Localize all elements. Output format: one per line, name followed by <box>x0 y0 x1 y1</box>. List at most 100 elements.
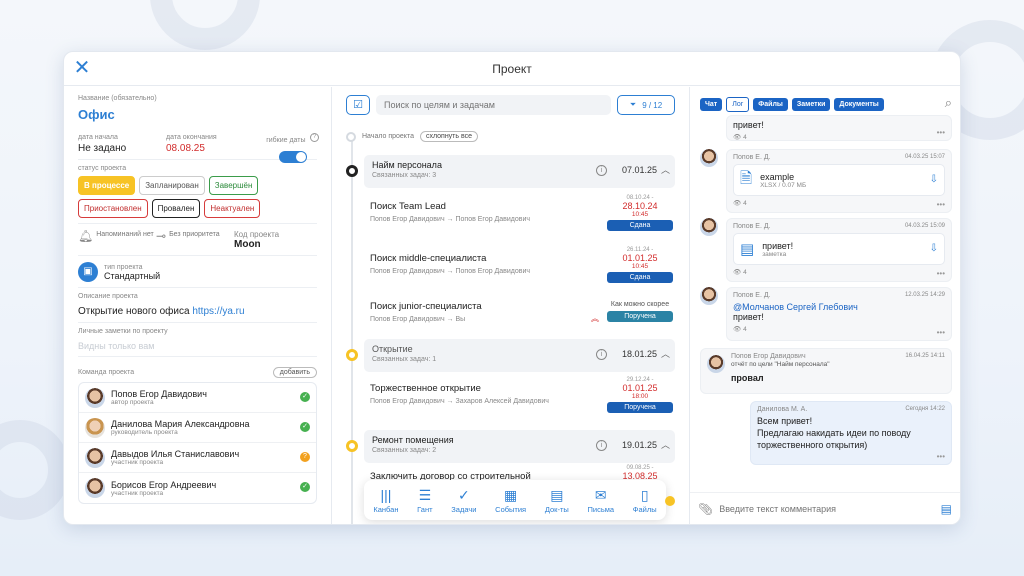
project-name[interactable]: Офис <box>78 107 317 122</box>
download-icon[interactable]: ⇩ <box>930 243 938 254</box>
info-icon[interactable]: i <box>596 165 607 176</box>
member-name: Давыдов Илья Станиславович <box>111 449 240 459</box>
filter-button[interactable]: ⏷ 9 / 12 <box>617 95 675 115</box>
task-item[interactable]: Поиск middle-специалиста Попов Егор Дави… <box>364 247 675 295</box>
status-failed[interactable]: Провален <box>151 199 201 218</box>
member-name: Попов Егор Давидович <box>111 389 207 399</box>
nav-documents[interactable]: ▤ Док-ты <box>545 487 569 514</box>
status-options: В процессе Запланирован Завершён Приоста… <box>78 176 278 218</box>
message-text: Всем привет! Предлагаю накидать идеи по … <box>757 416 911 450</box>
team-list: Попов Егор Давидович автор проекта ✓ Дани… <box>78 382 317 504</box>
close-icon[interactable]: ✕ <box>73 58 91 78</box>
collapse-all-button[interactable]: схлопнуть все <box>419 131 479 142</box>
goal-card[interactable]: Ремонт помещения Связанных задач: 2 i 19… <box>364 430 675 463</box>
goal-card[interactable]: Открытие Связанных задач: 1 i 18.01.25 ︿ <box>364 339 675 372</box>
tab-notes[interactable]: Заметки <box>791 98 831 111</box>
view-count: 👁︎ 4 <box>733 200 747 207</box>
team-member[interactable]: Попов Егор Давидович автор проекта ✓ <box>79 383 316 413</box>
pending-icon: ? <box>300 452 310 462</box>
info-icon[interactable]: i <box>596 349 607 360</box>
project-type[interactable]: ▣ тип проекта Стандартный <box>78 262 317 282</box>
tab-documents[interactable]: Документы <box>834 98 884 111</box>
team-member[interactable]: Данилова Мария Александровна руководитель… <box>79 413 316 443</box>
nav-files[interactable]: ▯ Файлы <box>633 487 657 514</box>
notes-input[interactable]: Видны только вам <box>78 341 317 351</box>
message-bubble: Данилова М. А. Сегодня 14:22 Всем привет… <box>750 401 952 465</box>
chevron-up-icon[interactable]: ︿ <box>661 347 670 360</box>
nav-gantt[interactable]: ☰ Гант <box>417 487 432 514</box>
status-irrelevant[interactable]: Неактуален <box>204 199 261 218</box>
nav-label: Письма <box>587 504 615 514</box>
description-link[interactable]: https://ya.ru <box>192 306 244 317</box>
avatar <box>700 218 718 236</box>
task-assignees: Попов Егор Давидович → Захаров Алексей Д… <box>370 398 549 405</box>
start-date-label: дата начала <box>78 134 118 141</box>
end-date-field[interactable]: дата окончания 08.08.25 <box>166 134 254 154</box>
more-icon[interactable]: ••• <box>937 269 945 278</box>
nav-mail[interactable]: ✉ Письма <box>587 487 614 514</box>
avatar <box>85 478 105 498</box>
nav-label: Канбан <box>373 504 399 514</box>
document-icon[interactable]: ▤ <box>941 502 952 516</box>
status-badge: Поручена <box>607 311 673 322</box>
task-item[interactable]: Поиск Team Lead Попов Егор Давидович → П… <box>364 195 675 243</box>
info-icon[interactable]: i <box>596 440 607 451</box>
project-code[interactable]: Код проекта Moon <box>234 230 279 250</box>
chevron-up-icon[interactable]: ︿ <box>661 438 670 451</box>
search-icon[interactable]: ⌕ <box>945 95 952 111</box>
goal-card[interactable]: Найм персонала Связанных задач: 3 i 07.0… <box>364 155 675 188</box>
task-time: 18:00 <box>631 393 649 400</box>
description-text: Открытие нового офиса <box>78 306 190 317</box>
message-bubble: привет! 👁︎ 4 ••• <box>726 115 952 141</box>
priority-setting[interactable]: ⊸ Без приоритета <box>156 230 234 242</box>
check-circle-icon: ✓ <box>457 486 470 503</box>
search-input[interactable] <box>376 95 611 115</box>
checkbox-icon[interactable]: ☑ <box>346 95 370 115</box>
more-icon[interactable]: ••• <box>937 452 945 461</box>
add-member-button[interactable]: добавить <box>272 367 317 378</box>
flex-dates-toggle[interactable] <box>278 151 307 163</box>
status-completed[interactable]: Завершён <box>208 176 259 195</box>
task-time: 10:45 <box>631 211 649 218</box>
mention-link[interactable]: @Молчанов Сергей Глебович <box>733 302 945 312</box>
code-value: Moon <box>234 239 261 250</box>
member-role: участник проекта <box>111 459 164 466</box>
nav-kanban[interactable]: ||| Канбан <box>373 487 398 514</box>
more-icon[interactable]: ••• <box>937 200 945 209</box>
start-date-field[interactable]: дата начала Не задано <box>78 134 166 154</box>
task-item[interactable]: Торжественное открытие Попов Егор Давидо… <box>364 377 675 427</box>
note-attachment[interactable]: ▤ привет! заметка ⇩ <box>733 233 945 265</box>
timeline-dot <box>346 165 358 177</box>
file-name: example <box>760 171 795 182</box>
status-planned[interactable]: Запланирован <box>139 176 205 195</box>
file-attachment[interactable]: 🗎︎ example XLSX / 0.07 МБ ⇩ <box>733 164 945 196</box>
more-icon[interactable]: ••• <box>937 128 945 137</box>
tab-chat[interactable]: Чат <box>700 98 723 111</box>
chat-panel: Чат Лог Файлы Заметки Документы ⌕ привет… <box>690 87 960 524</box>
nav-events[interactable]: ▦ События <box>495 487 526 514</box>
download-icon[interactable]: ⇩ <box>930 174 938 185</box>
reminder-setting[interactable]: 🔔︎ Напоминаний нет <box>78 230 156 242</box>
timeline-line <box>351 139 353 524</box>
message-time: 04.03.25 15:09 <box>904 223 945 229</box>
nav-tasks[interactable]: ✓ Задачи <box>451 487 476 514</box>
task-due: 01.01.25 <box>622 253 658 263</box>
help-icon[interactable]: ? <box>310 133 319 143</box>
chevron-up-icon[interactable]: ︿ <box>661 163 670 176</box>
message-time: Сегодня 14:22 <box>905 406 945 412</box>
message-text: провал <box>731 373 764 383</box>
status-paused[interactable]: Приостановлен <box>78 199 148 218</box>
comment-composer: 📎︎ ▤ <box>690 492 960 524</box>
tab-files[interactable]: Файлы <box>753 98 788 111</box>
mail-icon: ✉ <box>594 486 607 503</box>
attach-icon[interactable]: 📎︎ <box>698 502 713 516</box>
more-icon[interactable]: ••• <box>937 328 945 337</box>
team-member[interactable]: Борисов Егор Андреевич участник проекта ✓ <box>79 473 316 503</box>
avatar <box>85 447 105 468</box>
status-in-progress[interactable]: В процессе <box>78 176 136 195</box>
task-item[interactable]: Поиск junior-специалиста Попов Егор Дави… <box>364 295 675 343</box>
description-value[interactable]: Открытие нового офиса https://ya.ru <box>78 306 317 317</box>
team-member[interactable]: Давыдов Илья Станиславович участник проек… <box>79 443 316 473</box>
tab-log[interactable]: Лог <box>726 97 750 112</box>
comment-input[interactable] <box>719 503 941 514</box>
